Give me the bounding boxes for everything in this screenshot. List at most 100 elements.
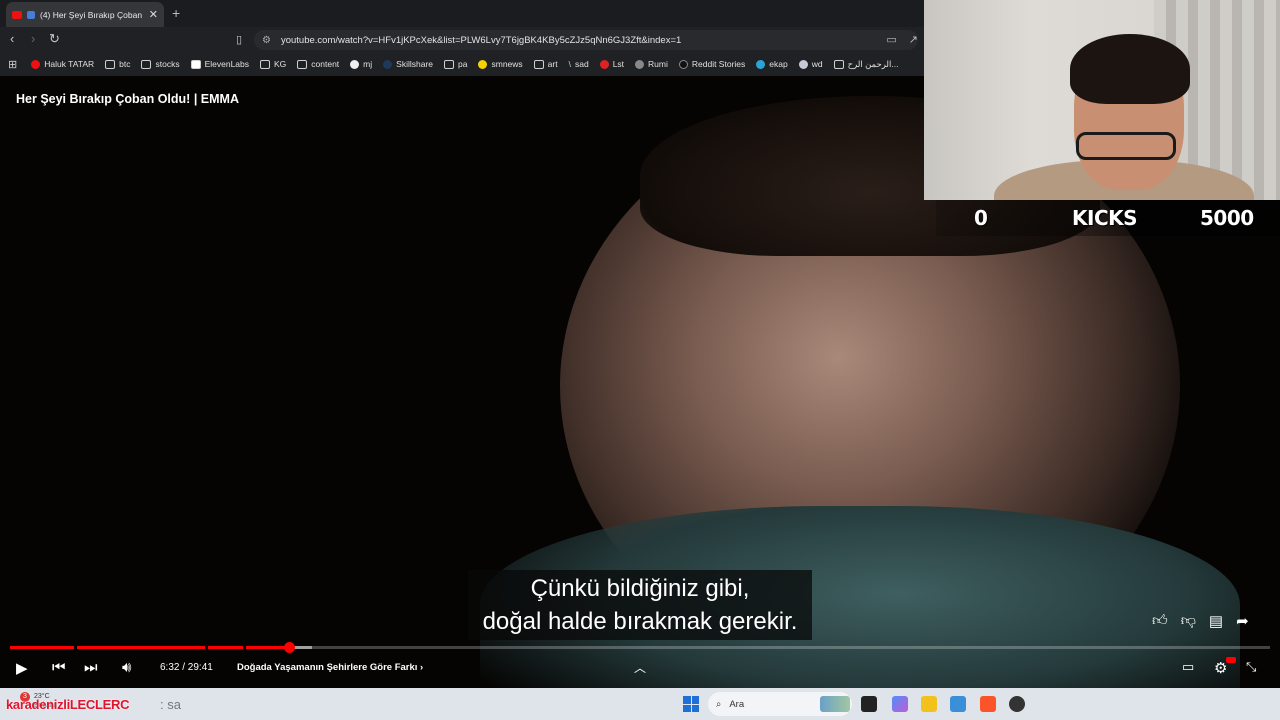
kicks-current: 0	[974, 206, 988, 230]
github-icon	[350, 59, 360, 69]
folder-icon	[297, 59, 308, 69]
address-bar[interactable]: ⚙ youtube.com/watch?v=HFv1jKPcXek&list=P…	[254, 30, 918, 50]
webcam-overlay	[924, 0, 1280, 200]
chapter-title[interactable]: Doğada Yaşamanın Şehirlere Göre Farkı ›	[237, 662, 423, 673]
tab-title: (4) Her Şeyi Bırakıp Çoban Ol	[40, 9, 144, 20]
apps-icon[interactable]: ⊞	[8, 58, 17, 71]
bookmark-item[interactable]: content	[297, 59, 339, 69]
chat-username: karadenizliLECLERC	[6, 697, 130, 712]
chapter-divider	[74, 646, 77, 649]
site-info-icon[interactable]: ⚙	[262, 35, 271, 46]
bookmark-item[interactable]: الرحمن الرح...	[833, 59, 898, 70]
bookmark-item[interactable]: ElevenLabs	[190, 59, 249, 69]
url-text: youtube.com/watch?v=HFv1jKPcXek&list=PLW…	[280, 34, 682, 46]
exit-fullscreen-icon[interactable]: ⤡	[1246, 659, 1256, 675]
comments-icon[interactable]: ▤	[1209, 612, 1223, 630]
address-row: ‹ › ↻ ▯ ⚙ youtube.com/watch?v=HFv1jKPcXe…	[0, 27, 924, 53]
subtitle-box: Çünkü bildiğiniz gibi, doğal halde bırak…	[468, 570, 812, 640]
skillshare-icon	[383, 59, 393, 69]
folder-icon	[444, 59, 455, 69]
bookmarks-bar: ⊞ Haluk TATAR btc stocks ElevenLabs KG c…	[0, 53, 924, 75]
bookmark-item[interactable]: btc	[105, 59, 130, 69]
bookmark-item[interactable]: Haluk TATAR	[31, 59, 94, 69]
folder-icon	[105, 59, 116, 69]
tab-close-icon[interactable]: ✕	[149, 8, 158, 21]
webcam-person-hair	[1070, 34, 1190, 104]
bookmark-item[interactable]: stocks	[141, 59, 180, 69]
chapter-divider	[243, 646, 246, 649]
globe-icon	[635, 59, 645, 69]
video-title[interactable]: Her Şeyi Bırakıp Çoban Oldu! | EMMA	[16, 92, 239, 106]
bookmark-item[interactable]: pa	[444, 59, 467, 69]
like-icon[interactable]: 👍︎	[1152, 612, 1168, 630]
video-actions: 👍︎ 👎︎ ▤ ➦	[1152, 612, 1249, 630]
bookmark-item[interactable]: Reddit Stories	[678, 59, 745, 69]
youtube-favicon-icon	[12, 10, 22, 19]
volume-icon[interactable]: 🔊︎	[122, 659, 131, 676]
new-tab-button[interactable]: +	[172, 5, 180, 21]
hd-badge	[1226, 657, 1236, 663]
forward-icon[interactable]: ›	[31, 31, 35, 46]
browser-window: (4) Her Şeyi Bırakıp Çoban Ol ✕ + ‹ › ↻ …	[0, 0, 924, 76]
bookmark-item[interactable]: art	[533, 59, 558, 69]
bookmark-item[interactable]: Skillshare	[383, 59, 433, 69]
search-icon: ⌕	[716, 698, 722, 710]
progress-bar[interactable]	[10, 642, 1270, 653]
chevron-up-icon[interactable]: ︿	[634, 659, 646, 676]
tab-youtube[interactable]: (4) Her Şeyi Bırakıp Çoban Ol ✕	[6, 2, 164, 27]
sad-icon: \	[568, 59, 571, 69]
taskbar-app-snipping-icon[interactable]	[950, 696, 966, 712]
share-icon[interactable]: ➦	[1236, 612, 1249, 630]
bookmark-item[interactable]: ekap	[756, 59, 788, 69]
elevenlabs-icon	[190, 59, 201, 69]
share-icon[interactable]: ↗	[909, 33, 918, 46]
dislike-icon[interactable]: 👎︎	[1181, 612, 1196, 630]
bookmark-item[interactable]: smnews	[478, 59, 523, 69]
screen: (4) Her Şeyi Bırakıp Çoban Ol ✕ + ‹ › ↻ …	[0, 0, 1280, 720]
webcam-person-glasses	[1076, 132, 1176, 160]
back-icon[interactable]: ‹	[10, 31, 14, 46]
bookmark-item[interactable]: mj	[350, 59, 372, 69]
reload-icon[interactable]: ↻	[49, 31, 60, 47]
smnews-icon	[478, 59, 488, 69]
audio-indicator-icon	[27, 10, 35, 19]
subtitle-line: Çünkü bildiğiniz gibi,	[530, 575, 750, 602]
taskbar: 3 23°C Bulutlu karadenizliLECLERC : sa ⌕…	[0, 688, 1280, 720]
folder-icon	[260, 59, 270, 69]
bookmark-item[interactable]: Rumi	[635, 59, 668, 69]
cast-icon[interactable]: ▭	[886, 33, 896, 46]
progress-played	[10, 646, 289, 649]
bookmark-item[interactable]: \ sad	[569, 59, 589, 69]
folder-icon	[533, 59, 544, 69]
play-icon[interactable]: ▶	[16, 659, 28, 677]
windows-start-icon[interactable]	[683, 696, 699, 712]
kicks-goal: 5000	[1200, 206, 1254, 230]
subtitle-line: doğal halde bırakmak gerekir.	[482, 608, 798, 635]
chat-message: : sa	[160, 697, 181, 712]
previous-icon[interactable]: ⏮	[52, 659, 66, 676]
bookmark-item[interactable]: Lst	[599, 59, 624, 69]
taskbar-app-copilot-icon[interactable]	[892, 696, 908, 712]
s-icon	[599, 59, 609, 69]
kicks-counter: 0 KICKS 5000	[936, 200, 1280, 236]
tab-strip: (4) Her Şeyi Bırakıp Çoban Ol ✕ +	[0, 0, 924, 27]
bookmark-icon[interactable]: ▯	[236, 33, 242, 46]
taskbar-app-brave-icon[interactable]	[980, 696, 996, 712]
taskbar-app-obs-icon[interactable]	[1009, 696, 1025, 712]
taskbar-app-landscape-icon[interactable]	[820, 696, 850, 712]
bookmark-item[interactable]: KG	[260, 59, 286, 69]
chapter-divider	[205, 646, 208, 649]
taskbar-app-taskview-icon[interactable]	[861, 696, 877, 712]
bookmark-item[interactable]: wd	[798, 59, 823, 69]
d-icon	[678, 59, 688, 69]
wd-icon	[798, 59, 808, 69]
taskbar-app-explorer-icon[interactable]	[921, 696, 937, 712]
ekap-icon	[756, 59, 766, 69]
subtitles-icon[interactable]: ▭	[1182, 659, 1194, 675]
player-controls: ▶ ⏮ ⏭ 🔊︎ 6:32 / 29:41 Doğada Yaşamanın Ş…	[0, 652, 1280, 684]
omnibox-actions: ▭ ↗	[886, 33, 918, 46]
kicks-label: KICKS	[1072, 206, 1138, 230]
page-icon	[833, 59, 844, 69]
next-icon[interactable]: ⏭	[84, 659, 98, 676]
youtube-icon	[31, 59, 41, 69]
